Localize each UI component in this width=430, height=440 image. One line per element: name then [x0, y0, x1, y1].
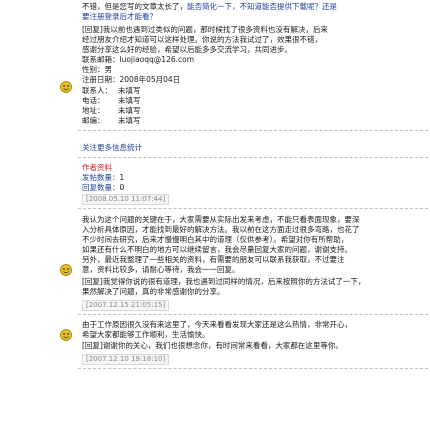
post1-meta-gender: 性别：男 [82, 65, 112, 75]
post1-body-line: 经过朋友介绍才知道可以这样处理。你说的方法我试过了，效果很不错， [82, 35, 322, 44]
post2-line: 另外，最近我整理了一些相关的资料，有需要的朋友可以联系我获取，不过要注 [82, 255, 345, 264]
stats-posts: 发帖数量：1 [82, 173, 124, 183]
post2-line: 入分析具体原因，才能找到最好的解决方法。我以前在这方面走过很多弯路，也花了 [82, 225, 360, 234]
post1-field-address: 地址： 未填写 [82, 106, 141, 116]
field-label: 地址： [82, 106, 105, 115]
divider [78, 130, 428, 131]
meta-label: 性别： [82, 65, 105, 74]
post2-reply2: 果然解决了问题，真的非常感谢你的分享。 [82, 287, 225, 296]
meta-label: 注册日期： [82, 75, 120, 84]
smiley-icon [60, 329, 72, 341]
post2-line: 如果还有什么不明白的地方可以继续留言，我会尽量回复大家的问题，谢谢支持。 [82, 245, 352, 254]
timestamp: [2007.12.15 21:05:15] [82, 300, 170, 311]
meta-value: 男 [104, 65, 113, 74]
divider [78, 368, 428, 369]
field-value: 未填写 [118, 116, 141, 125]
post2-line: 意，资料比较多，请耐心等待，我会一一回复。 [82, 265, 240, 274]
divider [78, 157, 428, 158]
field-value: 未填写 [118, 106, 141, 115]
post1-meta-regdate: 注册日期：2008年05月04日 [82, 75, 180, 85]
post3-line: 希望大家都能够工作顺利，生活愉快。 [82, 330, 210, 339]
stats-reply-label: 回复数量： [82, 183, 120, 192]
field-value: 未填写 [118, 86, 141, 95]
post1-intro-line1: 不错，但是您写的文章太长了，能否简化一下，不知道能否提供下载呢？还是 [82, 2, 337, 12]
post1-field-contact: 联系人： 未填写 [82, 86, 141, 96]
divider [78, 208, 428, 209]
stats-posts-value: 1 [119, 173, 125, 182]
post1-body-line: 感谢分享这么好的经验，希望以后能多多交流学习，共同进步。 [82, 45, 292, 54]
post2-reply: [回复]我觉得你说的很有道理，我也遇到过同样的情况，后来按照你的方法试了一下， [82, 277, 366, 286]
meta-value: 2008年05月04日 [119, 75, 181, 84]
field-label: 电话： [82, 96, 105, 105]
post1-field-zip: 邮编： 未填写 [82, 116, 141, 126]
post1-intro-line2: 要注册登录后才能看？ [82, 12, 157, 21]
divider [78, 314, 428, 315]
post2-line: 我认为这个问题的关键在于，大家需要从实际出发来考虑，不能只看表面现象，要深 [82, 215, 360, 224]
post3-line: 由于工作原因很久没有来这里了，今天来看看发现大家还是这么热情，非常开心， [82, 320, 352, 329]
post1-intro-blue: 能否简化一下，不知道能否提供下载呢？ [187, 2, 322, 11]
post1-intro-black: 不错，但是您写的文章太长了， [82, 2, 187, 11]
post1-email-line: 联系邮箱：luojiaoqq@126.com [82, 55, 195, 64]
post1-intro-tail: 还是 [322, 2, 337, 11]
section-title: 关注更多信息统计 [82, 143, 142, 152]
field-label: 邮编： [82, 116, 105, 125]
field-label: 联系人： [82, 86, 112, 95]
post1-field-phone: 电话： 未填写 [82, 96, 141, 106]
smiley-icon [60, 264, 72, 276]
stats-header: 作者资料 [82, 163, 112, 172]
stats-reply-value: 0 [119, 183, 125, 192]
post2-line: 不少时间去研究，后来才慢慢明白其中的道理（仅供参考）。希望对你有所帮助， [82, 235, 349, 244]
post1-body-line: [回复]我以前也遇到过类似的问题，那时候找了很多资料也没有解决，后来 [82, 25, 328, 34]
timestamp: [2007.12.10 19:18:10] [82, 354, 170, 365]
stats-replies: 回复数量：0 [82, 183, 124, 193]
timestamp: [2008.05.10 11:07:44] [82, 194, 170, 205]
post3-reply: [回复]谢谢你的关心，我们也很想念你，有时间常来看看，大家都在这里等你。 [82, 341, 343, 350]
stats-posts-label: 发帖数量： [82, 173, 120, 182]
field-value: 未填写 [118, 96, 141, 105]
smiley-icon [60, 81, 72, 93]
